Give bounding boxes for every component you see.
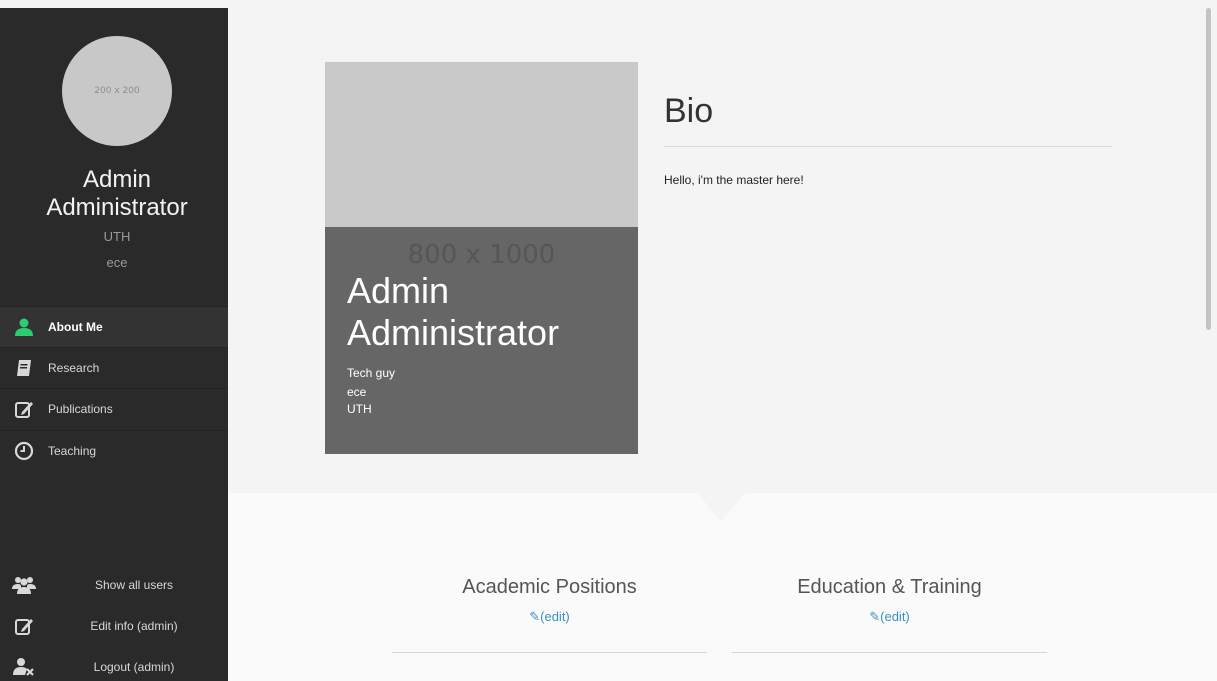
profile-card-role: Tech guy <box>347 366 396 380</box>
book-icon <box>0 348 48 389</box>
show-all-users-label: Show all users <box>94 578 174 592</box>
clock-icon <box>0 431 48 472</box>
profile-image-placeholder: 800 x 1000 <box>407 240 556 270</box>
edit-info-button[interactable]: Edit info (admin) <box>0 607 228 645</box>
education-training-divider <box>732 652 1047 653</box>
profile-card-name: Admin Administrator <box>347 270 559 354</box>
avatar: 200 x 200 <box>62 36 172 146</box>
profile-card-first-name: Admin <box>347 270 450 311</box>
scrollbar[interactable] <box>1206 8 1211 330</box>
profile-name: Admin Administrator <box>0 166 234 222</box>
edit-icon: ✎ <box>529 609 541 624</box>
profile-department: ece <box>106 255 128 270</box>
academic-positions-title: Academic Positions <box>462 576 637 598</box>
academic-positions-edit-link[interactable]: ✎(edit) <box>392 609 707 625</box>
education-training-title: Education & Training <box>797 576 982 598</box>
nav-research[interactable]: Research <box>0 347 228 388</box>
education-training-edit-label: (edit) <box>880 609 910 624</box>
bio-text: Hello, i'm the master here! <box>664 173 804 187</box>
edit-icon <box>0 389 48 430</box>
profile-first-name: Admin <box>82 166 152 193</box>
nav-teaching-label: Teaching <box>48 444 97 458</box>
profile-institution: UTH <box>103 229 131 244</box>
profile-card-last-name: Administrator <box>347 312 560 353</box>
section-pointer <box>697 493 745 521</box>
education-training-edit-link[interactable]: ✎(edit) <box>732 609 1047 625</box>
show-all-users-button[interactable]: Show all users <box>0 566 228 604</box>
bio-title: Bio <box>664 92 714 130</box>
sidebar-top-strip <box>0 0 228 8</box>
profile-card-department: ece <box>347 385 367 399</box>
profile-card-institution: UTH <box>347 402 372 416</box>
user-icon <box>0 307 48 348</box>
edit-icon <box>0 607 48 645</box>
nav-research-label: Research <box>48 361 100 375</box>
bio-divider <box>664 146 1112 147</box>
nav-about-me-label: About Me <box>48 320 103 334</box>
edit-icon: ✎ <box>869 609 881 624</box>
edit-info-label: Edit info (admin) <box>90 619 178 633</box>
nav-publications-label: Publications <box>48 402 113 416</box>
nav-about-me[interactable]: About Me <box>0 306 228 347</box>
sidebar: 200 x 200 Admin Administrator UTH ece Ab… <box>0 0 228 681</box>
logout-button[interactable]: Logout (admin) <box>0 648 228 681</box>
nav-publications[interactable]: Publications <box>0 388 228 429</box>
user-remove-icon <box>0 648 48 681</box>
profile-card: 800 x 1000 Admin Administrator Tech guy … <box>325 62 638 454</box>
academic-positions-edit-label: (edit) <box>540 609 570 624</box>
users-icon <box>0 566 48 604</box>
avatar-placeholder-label: 200 x 200 <box>94 86 140 96</box>
academic-positions-divider <box>392 652 707 653</box>
nav-teaching[interactable]: Teaching <box>0 430 228 471</box>
profile-last-name: Administrator <box>46 194 188 221</box>
logout-label: Logout (admin) <box>93 660 175 674</box>
